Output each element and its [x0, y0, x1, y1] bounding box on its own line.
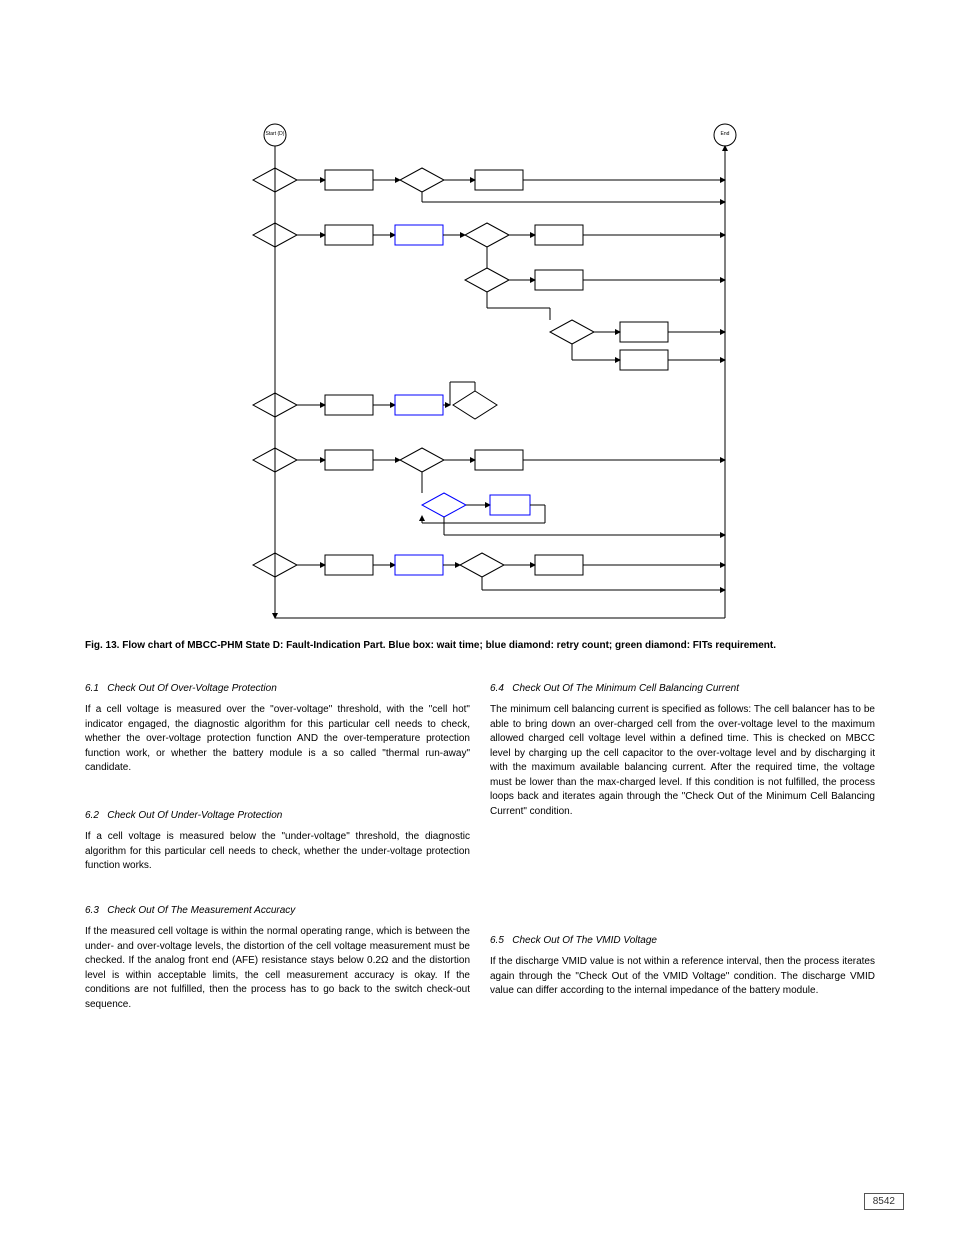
section-txt: Check Out Of The VMID Voltage	[512, 935, 657, 946]
flowchart-svg	[250, 120, 750, 630]
section-txt: Check Out Of Over-Voltage Protection	[107, 683, 277, 694]
figure-caption: Fig. 13. Flow chart of MBCC-PHM State D:…	[85, 640, 875, 651]
section-num: 6.5	[490, 935, 504, 946]
section-txt: Check Out Of Under-Voltage Protection	[107, 810, 282, 821]
section-6-1-title: 6.1 Check Out Of Over-Voltage Protection	[85, 683, 470, 694]
section-6-4-body: The minimum cell balancing current is sp…	[490, 703, 875, 819]
page-number: 8542	[864, 1193, 904, 1210]
section-6-2-body: If a cell voltage is measured below the …	[85, 830, 470, 874]
section-6-1-body: If a cell voltage is measured over the "…	[85, 703, 470, 776]
section-6-5-title: 6.5 Check Out Of The VMID Voltage	[490, 935, 875, 946]
section-6-4-title: 6.4 Check Out Of The Minimum Cell Balanc…	[490, 683, 875, 694]
section-6-5-body: If the discharge VMID value is not withi…	[490, 955, 875, 999]
flowchart-figure: Start (D) End	[250, 120, 750, 630]
section-6-3-body: If the measured cell voltage is within t…	[85, 925, 470, 1012]
section-6-2-title: 6.2 Check Out Of Under-Voltage Protectio…	[85, 810, 470, 821]
flow-start-label: Start (D)	[245, 132, 305, 138]
section-num: 6.1	[85, 683, 99, 694]
section-txt: Check Out Of The Measurement Accuracy	[107, 905, 295, 916]
section-num: 6.3	[85, 905, 99, 916]
section-6-3-title: 6.3 Check Out Of The Measurement Accurac…	[85, 905, 470, 916]
section-txt: Check Out Of The Minimum Cell Balancing …	[512, 683, 739, 694]
flow-end-label: End	[695, 132, 755, 138]
section-num: 6.2	[85, 810, 99, 821]
section-num: 6.4	[490, 683, 504, 694]
